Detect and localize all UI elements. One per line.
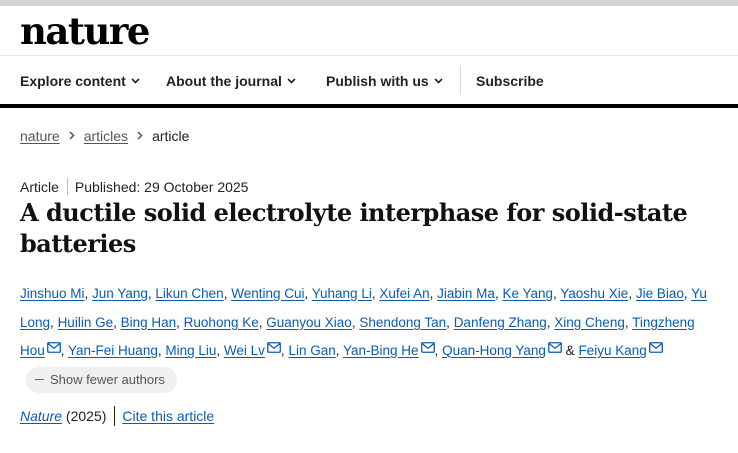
- author-link[interactable]: Jie Biao: [636, 286, 684, 301]
- author-final-separator: &: [565, 343, 575, 358]
- chevron-right-icon: [137, 131, 143, 140]
- article-title: A ductile solid electrolyte interphase f…: [20, 198, 688, 258]
- citation-divider: [114, 405, 116, 426]
- nav-divider: [460, 66, 461, 94]
- author-separator: ,: [434, 343, 443, 358]
- author-link[interactable]: Jun Yang: [92, 286, 148, 301]
- author-link[interactable]: Likun Chen: [155, 286, 223, 301]
- author-separator: ,: [335, 343, 343, 358]
- author-list: Jinshuo Mi, Jun Yang, Likun Chen, Wentin…: [20, 280, 720, 394]
- author-link[interactable]: Shendong Tan: [359, 315, 446, 330]
- nav-item-label: Publish with us: [326, 73, 429, 89]
- nav-about-the-journal[interactable]: About the journal: [166, 56, 296, 104]
- main-nav: Explore content About the journal Publis…: [0, 56, 738, 104]
- author-link[interactable]: Yuhang Li: [312, 286, 372, 301]
- author-separator: ,: [176, 314, 184, 330]
- author-link[interactable]: Yan-Bing He: [343, 343, 419, 358]
- nav-item-label: Subscribe: [476, 73, 544, 89]
- author-link[interactable]: Bing Han: [121, 315, 177, 330]
- publication-year: (2025): [65, 408, 107, 424]
- chevron-down-icon: [434, 78, 443, 84]
- author-link[interactable]: Guanyou Xiao: [266, 315, 352, 330]
- author-link[interactable]: Wei Lv: [224, 343, 265, 358]
- masthead: nature: [0, 6, 738, 56]
- article-type: Article: [20, 179, 59, 195]
- citation-line: Nature (2025) Cite this article: [20, 405, 214, 426]
- author-link[interactable]: Danfeng Zhang: [454, 315, 547, 330]
- nav-item-label: About the journal: [166, 73, 282, 89]
- author-separator: ,: [304, 286, 312, 301]
- mail-icon[interactable]: [547, 335, 562, 364]
- journal-link[interactable]: Nature: [20, 408, 62, 424]
- nav-publish-with-us[interactable]: Publish with us: [326, 56, 443, 104]
- show-fewer-authors-button[interactable]: Show fewer authors: [26, 366, 177, 393]
- author-link[interactable]: Xing Cheng: [554, 315, 625, 330]
- author-link[interactable]: Huilin Ge: [58, 315, 114, 330]
- author-link[interactable]: Jiabin Ma: [437, 286, 495, 301]
- minus-icon: [35, 378, 44, 381]
- meta-divider: [66, 178, 68, 196]
- author-separator: ,: [84, 286, 93, 301]
- mail-icon[interactable]: [46, 335, 61, 364]
- mail-icon[interactable]: [648, 335, 663, 364]
- author-separator: ,: [628, 286, 636, 301]
- mail-icon[interactable]: [420, 335, 435, 364]
- nav-subscribe[interactable]: Subscribe: [476, 56, 544, 104]
- author-link[interactable]: Ke Yang: [502, 286, 553, 301]
- show-fewer-label: Show fewer authors: [50, 371, 165, 387]
- author-link[interactable]: Ming Liu: [165, 343, 216, 358]
- author-separator: ,: [113, 314, 121, 330]
- article-meta: Article Published: 29 October 2025: [20, 178, 248, 196]
- author-link[interactable]: Jinshuo Mi: [20, 286, 85, 301]
- author-link[interactable]: Quan-Hong Yang: [442, 343, 546, 358]
- author-link[interactable]: Yaoshu Xie: [560, 286, 628, 301]
- nature-logo[interactable]: nature: [20, 7, 150, 55]
- chevron-right-icon: [69, 131, 75, 140]
- published-date: Published: 29 October 2025: [74, 179, 249, 195]
- author-link[interactable]: Feiyu Kang: [578, 343, 646, 358]
- author-link[interactable]: Xufei An: [379, 286, 429, 301]
- breadcrumb-articles[interactable]: articles: [84, 128, 128, 144]
- chevron-down-icon: [131, 78, 140, 84]
- author-link[interactable]: Yan-Fei Huang: [68, 343, 158, 358]
- author-link[interactable]: Wenting Cui: [231, 286, 304, 301]
- chevron-down-icon: [287, 78, 296, 84]
- author-link[interactable]: Ruohong Ke: [184, 315, 259, 330]
- nav-item-label: Explore content: [20, 73, 126, 89]
- author-separator: ,: [446, 314, 454, 330]
- author-separator: ,: [50, 314, 58, 330]
- nav-bottom-rule: [0, 104, 738, 108]
- breadcrumb-current: article: [152, 128, 190, 144]
- nav-explore-content[interactable]: Explore content: [20, 56, 140, 104]
- author-separator: ,: [60, 343, 69, 358]
- breadcrumb: nature articles article: [20, 127, 189, 145]
- breadcrumb-nature[interactable]: nature: [20, 128, 60, 144]
- mail-icon[interactable]: [267, 335, 281, 364]
- cite-this-article-link[interactable]: Cite this article: [122, 408, 214, 424]
- author-separator: ,: [216, 343, 224, 358]
- author-link[interactable]: Lin Gan: [288, 343, 335, 358]
